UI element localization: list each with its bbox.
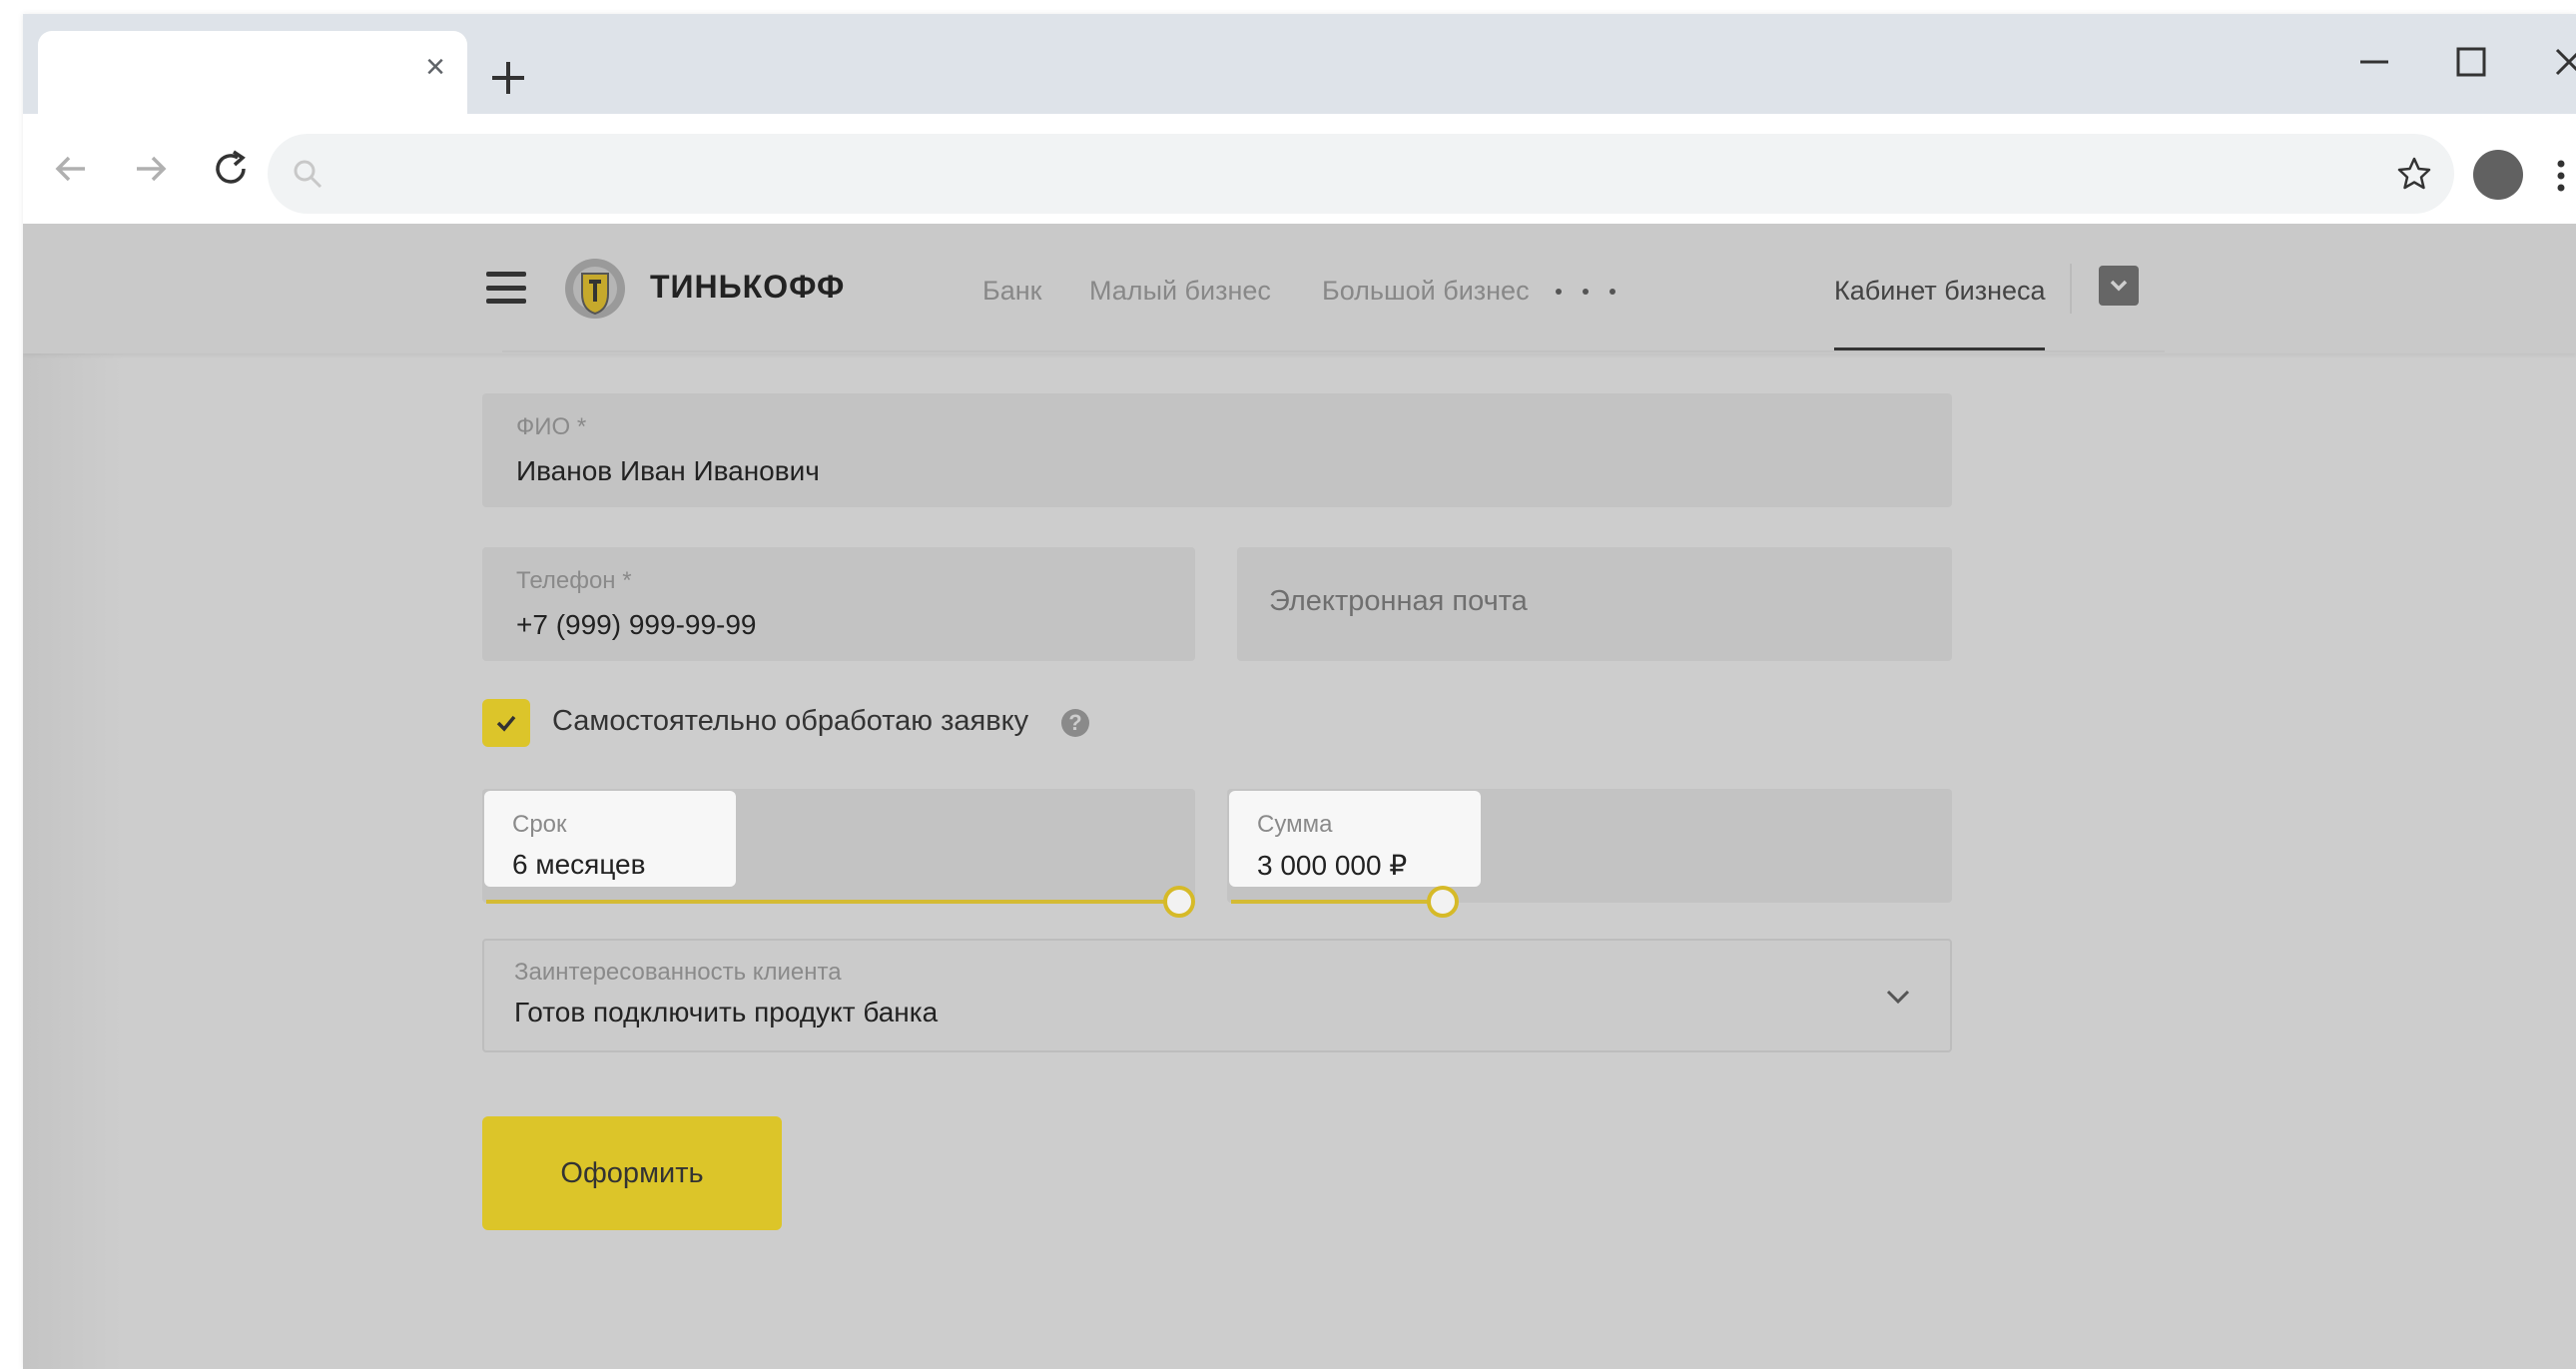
header-divider [2070,264,2072,314]
new-tab-button[interactable] [480,50,536,106]
fio-value: Иванов Иван Иванович [516,455,820,486]
amount-label: Сумма [1257,811,1333,838]
minimize-icon [2360,60,2388,64]
reload-button[interactable] [201,139,261,199]
site-logo-text[interactable]: ТИНЬКОФФ [650,269,845,306]
amount-slider-handle[interactable] [1426,886,1459,918]
maximize-icon [2456,47,2486,77]
arrow-right-icon [137,156,167,182]
minimize-button[interactable] [2344,32,2404,92]
cabinet-dropdown-button[interactable] [2099,266,2139,306]
bookmark-star-button[interactable] [2390,150,2438,198]
window-close-button[interactable] [2539,32,2576,92]
tinkoff-emblem-icon [565,259,625,319]
phone-value: +7 (999) 999-99-99 [516,609,757,640]
hamburger-menu-icon[interactable] [484,266,528,310]
star-icon [2397,157,2431,190]
term-slider-handle[interactable] [1163,886,1195,918]
term-slider-track [486,900,1179,904]
fio-field[interactable]: ФИО * Иванов Иван Иванович [482,393,1952,507]
help-icon[interactable]: ? [1061,709,1089,737]
interest-value: Готов подключить продукт банка [514,997,939,1027]
page-shade [23,224,123,1369]
term-label: Срок [512,811,567,838]
nav-bank[interactable]: Банк [982,276,1041,307]
checkmark-icon [496,715,516,732]
browser-tab[interactable]: × [38,31,467,115]
amount-value-card: Сумма 3 000 000 ₽ [1229,791,1481,887]
browser-window: × ТИНЬКОФФ Банк Малый бизнес Большой биз… [23,14,2576,1369]
self-process-label: Самостоятельно обработаю заявку [552,705,1029,737]
arrow-left-icon [55,156,85,182]
self-process-checkbox[interactable] [482,699,530,747]
submit-button[interactable]: Оформить [482,1116,782,1230]
page-content: ТИНЬКОФФ Банк Малый бизнес Большой бизне… [23,224,2576,1369]
tab-close-icon[interactable]: × [417,49,453,85]
browser-toolbar [23,114,2576,224]
address-bar[interactable] [268,134,2454,214]
term-value-card: Срок 6 месяцев [484,791,736,887]
term-slider-field[interactable]: Срок 6 месяцев [482,789,1195,918]
chevron-down-icon [2110,280,2128,292]
close-icon [2555,48,2576,76]
header-divider-line [502,350,2165,352]
back-button[interactable] [41,139,101,199]
amount-slider-field[interactable]: Сумма 3 000 000 ₽ [1227,789,1952,918]
phone-field[interactable]: Телефон * +7 (999) 999-99-99 [482,547,1195,661]
amount-slider-track [1231,900,1443,904]
email-field[interactable]: Электронная почта [1237,547,1952,661]
phone-label: Телефон * [516,567,632,594]
forward-button[interactable] [121,139,181,199]
nav-more-icon[interactable] [1556,280,1615,304]
email-placeholder: Электронная почта [1269,585,1528,617]
browser-titlebar: × [23,14,2576,115]
nav-big-business[interactable]: Большой бизнес [1322,276,1530,307]
interest-label: Заинтересованность клиента [514,959,842,986]
profile-avatar[interactable] [2473,150,2523,200]
browser-menu-button[interactable] [2549,146,2573,206]
chevron-down-icon [1886,990,1910,1005]
more-vertical-icon [2557,160,2565,192]
term-value: 6 месяцев [512,849,646,880]
maximize-button[interactable] [2441,32,2501,92]
plus-icon [492,62,524,94]
address-input[interactable] [337,146,2338,204]
nav-small-business[interactable]: Малый бизнес [1089,276,1271,307]
amount-value: 3 000 000 ₽ [1257,850,1408,881]
reload-icon [216,150,246,184]
search-icon [294,160,322,189]
nav-business-cabinet[interactable]: Кабинет бизнеса [1834,276,2046,307]
client-interest-select[interactable]: Заинтересованность клиента Готов подключ… [482,939,1952,1052]
site-header: ТИНЬКОФФ Банк Малый бизнес Большой бизне… [23,224,2576,353]
fio-label: ФИО * [516,413,587,440]
